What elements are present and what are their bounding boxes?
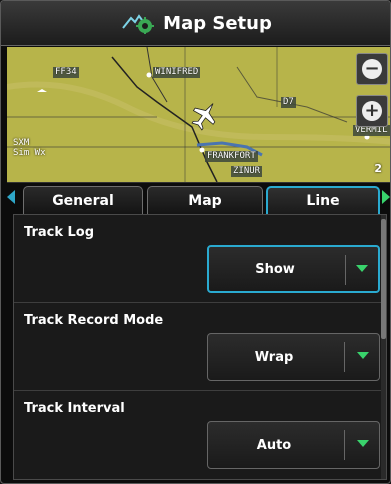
sxm-overlay: SXM Sim Wx	[13, 138, 46, 158]
tab-bar: General Map Line	[1, 186, 390, 214]
track-record-mode-select[interactable]: Wrap	[207, 333, 380, 381]
map-label-airport: FF34	[53, 67, 79, 78]
title-bar: Map Setup	[1, 1, 390, 46]
setting-label: Track Record Mode	[24, 313, 164, 328]
setting-row-track-interval: Track Interval Auto	[14, 391, 386, 479]
setting-row-track-record-mode: Track Record Mode Wrap	[14, 303, 386, 391]
map-label-winifred: WINIFRED	[153, 67, 201, 78]
select-value: Show	[255, 261, 295, 277]
track-interval-select[interactable]: Auto	[207, 421, 380, 469]
tab-general-label: General	[52, 192, 114, 209]
tab-scroll-left-icon[interactable]	[7, 190, 15, 204]
tab-scroll-right-icon[interactable]	[382, 190, 390, 204]
tab-line[interactable]: Line	[266, 186, 380, 214]
select-divider	[344, 342, 345, 372]
track-log-select[interactable]: Show	[207, 245, 380, 293]
map-preview[interactable]: FF34 WINIFRED D7 FRANKFORT ZINUR VERMIL …	[7, 47, 390, 183]
select-value: Wrap	[254, 349, 294, 365]
map-scale-value: 2	[374, 162, 382, 175]
setting-row-track-log: Track Log Show	[14, 215, 386, 303]
zoom-in-button[interactable]: +	[356, 95, 388, 127]
setting-label: Track Interval	[24, 401, 125, 416]
chevron-down-icon	[357, 440, 369, 447]
scrollbar-thumb[interactable]	[381, 219, 386, 339]
setting-label: Track Log	[24, 225, 95, 240]
settings-panel: Track Log Show Track Record Mode Wrap Tr…	[13, 214, 387, 480]
map-setup-icon	[122, 14, 155, 34]
tab-map-label: Map	[188, 192, 222, 209]
tab-general[interactable]: General	[23, 186, 143, 214]
minus-icon: −	[362, 59, 382, 79]
map-label-airport-right: D7	[281, 97, 296, 108]
tab-line-label: Line	[306, 193, 340, 209]
select-divider	[344, 430, 345, 460]
sim-wx-label: Sim Wx	[13, 148, 46, 158]
map-label-zinur: ZINUR	[231, 166, 263, 177]
select-value: Auto	[256, 437, 292, 453]
sxm-label: SXM	[13, 138, 30, 148]
map-label-frankfort: FRANKFORT	[205, 151, 258, 162]
page-title: Map Setup	[163, 12, 272, 34]
map-setup-window: Map Setup FF34 WINIFRED D7 FRANKFORT ZIN…	[0, 0, 391, 484]
chevron-down-icon	[357, 352, 369, 359]
plus-icon: +	[362, 101, 382, 121]
zoom-out-button[interactable]: −	[356, 53, 388, 85]
tab-map[interactable]: Map	[147, 186, 263, 214]
select-divider	[345, 255, 346, 285]
scrollbar[interactable]	[381, 215, 386, 479]
map-scale: 2	[374, 162, 382, 175]
chevron-down-icon	[356, 265, 368, 272]
